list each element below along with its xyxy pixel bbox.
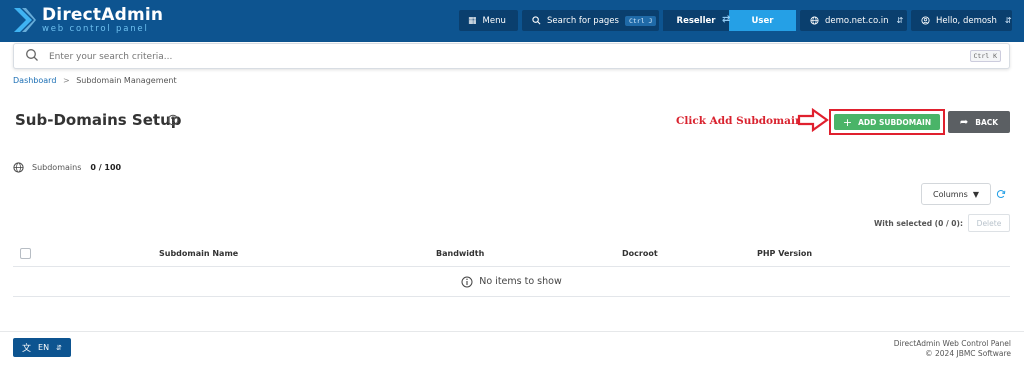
search-pages-label: Search for pages [547,15,619,26]
back-button[interactable]: ➦ BACK [948,111,1010,133]
role-switch-toggle[interactable]: Reseller ⇄ User [663,10,796,31]
header-bandwidth[interactable]: Bandwidth [436,249,484,258]
breadcrumb: Dashboard > Subdomain Management [13,76,177,85]
search-pages-button[interactable]: Search for pages Ctrl J [522,10,659,31]
domain-selector[interactable]: demo.net.co.in ⇵ [800,10,907,31]
top-navigation-bar: DirectAdmin web control panel ▦ Menu Sea… [0,0,1024,42]
columns-dropdown[interactable]: Columns ▼ [921,183,991,205]
global-search-bar: Ctrl K [13,43,1010,69]
select-all-checkbox[interactable] [20,248,31,259]
refresh-icon[interactable] [996,189,1006,199]
search-icon [26,49,38,61]
header-subdomain-name[interactable]: Subdomain Name [159,249,238,258]
breadcrumb-dashboard[interactable]: Dashboard [13,76,56,85]
search-shortcut: Ctrl K [969,50,1001,62]
chevron-updown-icon: ⇵ [1004,16,1012,25]
page-title: Sub-Domains Setup [15,111,182,129]
domain-label: demo.net.co.in [825,15,889,26]
footer-credits: DirectAdmin Web Control Panel © 2024 JBM… [894,339,1011,359]
user-circle-icon [921,16,930,25]
header-php-version[interactable]: PHP Version [757,249,812,258]
add-subdomain-highlight: + ADD SUBDOMAIN [829,109,945,135]
subdomain-count: Subdomains 0 / 100 [13,162,121,173]
table-header-row: Subdomain Name Bandwidth Docroot PHP Ver… [13,240,1010,267]
translate-icon: 文 [22,344,32,354]
role-reseller-label: Reseller [676,15,716,26]
annotation-text: Click Add Subdomain [676,115,803,127]
brand-subtitle: web control panel [42,23,149,34]
footer-copyright: © 2024 JBMC Software [925,348,1011,358]
back-label: BACK [975,117,999,127]
plus-icon: + [842,115,853,129]
right-arrow-annotation-icon [797,108,829,132]
chevron-updown-icon: ⇵ [896,16,904,25]
footer-product: DirectAdmin Web Control Panel [893,339,1011,348]
breadcrumb-current: Subdomain Management [76,76,177,85]
role-user[interactable]: User [729,10,796,31]
empty-message: No items to show [479,276,562,287]
user-menu[interactable]: Hello, demosh ⇵ [911,10,1012,31]
language-selector[interactable]: 文 EN ⇵ [13,338,71,357]
swap-arrows-icon: ⇄ [722,14,731,25]
info-circle-icon [461,276,473,287]
brand-title: DirectAdmin [42,4,164,25]
subdomain-count-value: 0 / 100 [90,163,122,172]
caret-down-icon: ▼ [972,189,979,199]
share-arrow-icon: ➦ [959,116,969,128]
globe-icon [810,16,819,25]
grid-icon: ▦ [468,15,477,26]
user-label: Hello, demosh [936,15,997,26]
search-icon [532,16,541,25]
menu-button[interactable]: ▦ Menu [459,10,518,31]
menu-label: Menu [482,15,506,26]
globe-icon [13,162,24,173]
language-label: EN [38,343,50,352]
chevron-updown-icon: ⇵ [56,343,62,352]
role-reseller[interactable]: Reseller [663,10,729,31]
header-docroot[interactable]: Docroot [622,249,658,258]
delete-button[interactable]: Delete [968,214,1010,232]
columns-label: Columns [933,189,968,199]
directadmin-chevron-icon [14,8,36,32]
footer-divider [0,331,1024,332]
search-pages-shortcut: Ctrl J [624,15,657,26]
subdomain-count-label: Subdomains [32,163,82,172]
question-circle-icon[interactable] [167,114,179,126]
role-user-label: User [751,15,774,26]
table-empty-row: No items to show [13,267,1010,297]
breadcrumb-separator: > [62,76,70,85]
with-selected-label: With selected (0 / 0): [874,219,963,228]
search-input[interactable] [49,48,949,65]
brand-logo[interactable]: DirectAdmin web control panel [12,6,163,34]
add-subdomain-label: ADD SUBDOMAIN [858,117,932,127]
add-subdomain-button[interactable]: + ADD SUBDOMAIN [834,114,940,130]
